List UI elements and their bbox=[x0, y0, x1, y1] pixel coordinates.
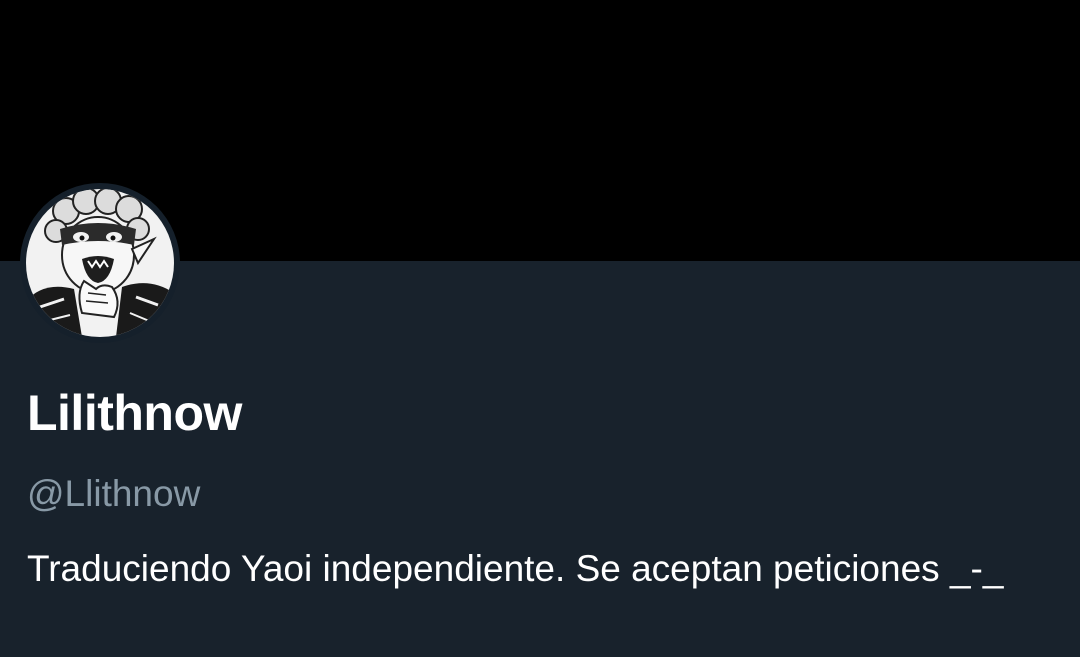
profile-display-name: Lilithnow bbox=[27, 385, 242, 441]
profile-bio: Traduciendo Yaoi independiente. Se acept… bbox=[27, 548, 1004, 589]
profile-avatar[interactable] bbox=[20, 183, 180, 343]
profile-handle: @Llithnow bbox=[27, 473, 201, 514]
manga-character-avatar-icon bbox=[26, 189, 174, 337]
profile-page: Lilithnow @Llithnow Traduciendo Yaoi ind… bbox=[0, 0, 1080, 657]
